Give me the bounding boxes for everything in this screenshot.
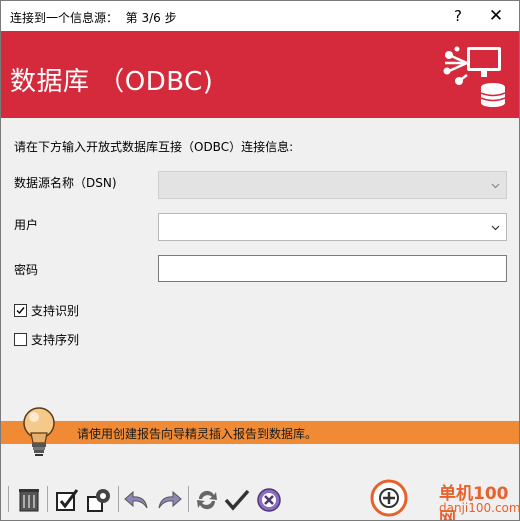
check-box-icon[interactable] [53,486,81,514]
recognize-checkbox[interactable] [14,304,27,317]
chevron-down-icon [491,183,500,189]
dsn-label: 数据源名称（DSN) [14,176,117,190]
database-network-icon [443,46,506,107]
delete-icon[interactable] [15,486,43,514]
sequence-checkbox-label: 支持序列 [31,333,80,347]
password-field[interactable] [158,255,507,282]
title-bar: 连接到一个信息源： 第 3/6 步 ? ✕ [1,1,519,31]
hint-bar: 请使用创建报告向导精灵插入报告到数据库。 [1,421,519,444]
redo-icon[interactable] [155,486,183,514]
dsn-select[interactable] [158,171,507,199]
chevron-down-icon [491,225,500,231]
close-button[interactable]: ✕ [479,1,513,31]
recognize-checkbox-row[interactable]: 支持识别 [14,302,79,319]
user-label: 用户 [14,218,39,232]
instruction-text: 请在下方输入开放式数据库互接（ODBC）连接信息: [14,140,294,154]
toolbar-divider [118,486,119,512]
password-label: 密码 [14,263,39,277]
page-title: 数据库 （ODBC) [10,67,214,97]
sequence-checkbox[interactable] [14,333,27,346]
help-button[interactable]: ? [441,1,475,31]
lightbulb-icon [23,407,55,456]
sequence-checkbox-row[interactable]: 支持序列 [14,331,79,348]
refresh-icon[interactable] [193,486,221,514]
watermark-logo [370,479,408,517]
undo-icon[interactable] [123,486,151,514]
settings-copy-icon[interactable] [85,486,113,514]
cancel-x-icon[interactable] [255,486,283,514]
recognize-checkbox-label: 支持识别 [31,304,80,318]
toolbar-divider [8,486,9,512]
watermark-url: danji100.com [439,501,520,515]
user-select[interactable] [158,213,507,241]
toolbar-divider [47,486,48,512]
hint-text: 请使用创建报告向导精灵插入报告到数据库。 [77,427,318,441]
odbc-wizard-window: 连接到一个信息源： 第 3/6 步 ? ✕ 数据库 （ODBC) 请在下方输入开… [0,0,520,521]
window-title: 连接到一个信息源： 第 3/6 步 [10,11,177,25]
ok-check-icon[interactable] [223,486,251,514]
check-icon [16,307,25,315]
page-header: 数据库 （ODBC) [1,31,519,118]
toolbar-divider [188,486,189,512]
